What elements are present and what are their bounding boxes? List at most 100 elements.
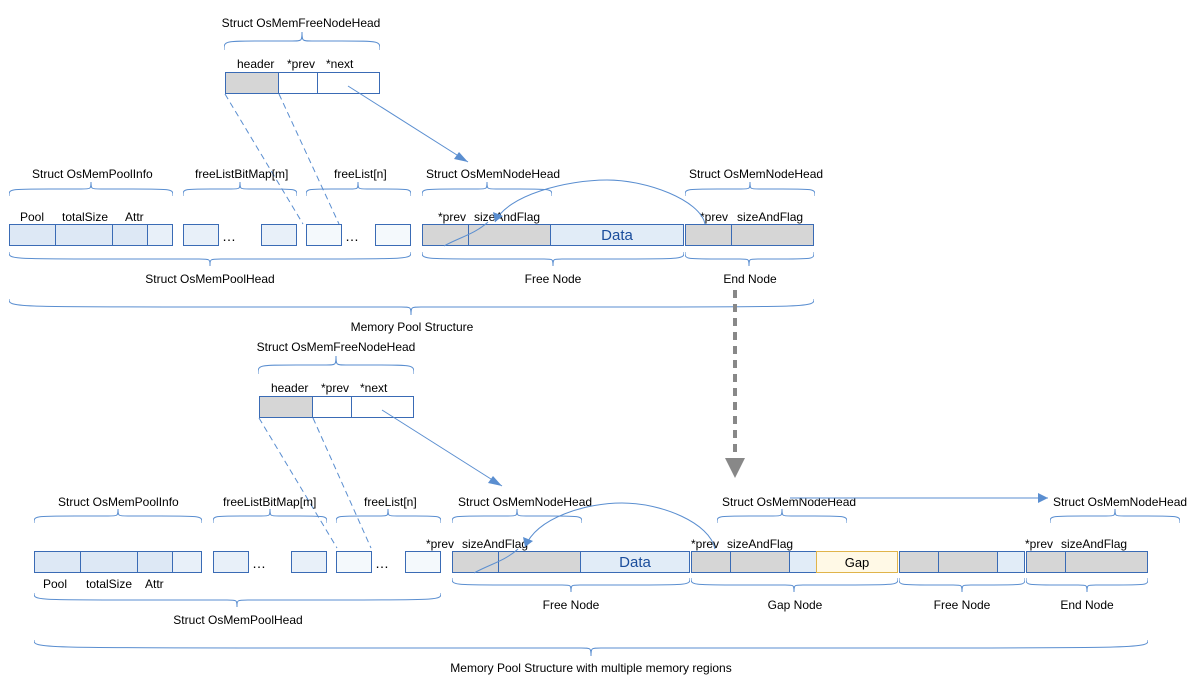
cell-attr-b [137,551,173,573]
label-bitmap-b: freeListBitMap[m] [223,495,316,509]
cell-fnh-header-t [225,72,279,94]
cell-pool-b [34,551,81,573]
brace-poolinfo-t [9,182,173,196]
cell-nh2-size-t [731,224,814,246]
brace-free-node-head-b [258,356,414,374]
label-total-b: totalSize [86,577,132,591]
label-endnode-b: End Node [1060,598,1113,612]
arrow-prev-back-t [487,170,717,230]
proj-line-right-b [313,418,375,550]
cell-nh4-size-b [1065,551,1148,573]
brace-freenode-under-b [452,578,690,592]
label-fnh-prev-b: *prev [321,381,349,395]
label-prev1-b: *prev [426,537,454,551]
cell-pool-t [9,224,56,246]
brace-bitmap-b [213,509,327,523]
label-gapnode-b: Gap Node [768,598,823,612]
label-poolinfo-t: Struct OsMemPoolInfo [32,167,153,181]
label-pool-b: Pool [43,577,67,591]
brace-gapnode-under-b [691,578,898,592]
cell-free2-data-b [997,551,1025,573]
label-size2-t: sizeAndFlag [737,210,803,224]
cell-nh3-size-b [938,551,998,573]
label-poolhead-t: Struct OsMemPoolHead [145,272,274,286]
label-pool-t: Pool [20,210,44,224]
label-freenode-b: Free Node [543,598,600,612]
cell-bm1-b [213,551,249,573]
cell-fnh-prev-t [278,72,318,94]
cell-bm1-t [183,224,219,246]
label-fnh-next-b: *next [360,381,387,395]
brace-poolhead-under-t [9,252,411,266]
cell-nh4-prev-b [1026,551,1066,573]
cell-nh3-prev-b [899,551,939,573]
cell-gap-pre-b [789,551,817,573]
cell-pad1-t [147,224,173,246]
label-prev3-b: *prev [1025,537,1053,551]
cell-fnh-header-b [259,396,313,418]
label-freelist-b: freeList[n] [364,495,417,509]
label-poolhead-b: Struct OsMemPoolHead [173,613,302,627]
label-endnode-t: End Node [723,272,776,286]
label-free-node-head-b: Struct OsMemFreeNodeHead [257,340,416,354]
cell-total-b [80,551,138,573]
cell-bm2-t [261,224,297,246]
brace-bitmap-t [183,182,297,196]
brace-whole-t [9,299,814,315]
cell-nh2-size-b [730,551,790,573]
cell-fl2-t [375,224,411,246]
label-fnh-prev-t: *prev [287,57,315,71]
dots1-t: … [222,228,238,244]
cell-bm2-b [291,551,327,573]
label-total-t: totalSize [62,210,108,224]
brace-freelist-t [306,182,411,196]
dots2-t: … [345,228,361,244]
brace-freelist-b [336,509,441,523]
cell-pad1-b [172,551,202,573]
proj-line-right-t [279,94,341,226]
label-title-bottom: Memory Pool Structure with multiple memo… [450,661,731,675]
label-fnh-header-b: header [271,381,308,395]
brace-endnode-under-b [1026,578,1148,592]
cell-gap-b: Gap [816,551,898,573]
label-bitmap-t: freeListBitMap[m] [195,167,288,181]
brace-whole-b [34,640,1148,656]
label-fnh-header-t: header [237,57,274,71]
label-poolinfo-b: Struct OsMemPoolInfo [58,495,179,509]
brace-poolinfo-b [34,509,202,523]
label-freelist-t: freeList[n] [334,167,387,181]
brace-endnode-under-t [685,252,814,266]
arrow-transition [720,290,750,483]
label-attr-t: Attr [125,210,144,224]
label-freenode2-b: Free Node [934,598,991,612]
dots1-b: … [252,555,268,571]
dots2-b: … [375,555,391,571]
cell-fl1-t [306,224,342,246]
label-fnh-next-t: *next [326,57,353,71]
arrow-to-far-nodehead-b [790,490,1060,510]
label-size3-b: sizeAndFlag [1061,537,1127,551]
cell-attr-t [112,224,148,246]
brace-nodehead2-b [717,509,847,523]
arrow-header-curve-b [470,549,520,575]
label-size2-b: sizeAndFlag [727,537,793,551]
brace-free-node-head-top [224,32,380,50]
cell-total-t [55,224,113,246]
label-attr-b: Attr [145,577,164,591]
arrow-prev-back-b [517,495,727,555]
label-free-node-head-top: Struct OsMemFreeNodeHead [222,16,381,30]
label-nodehead3-b: Struct OsMemNodeHead [1053,495,1187,509]
brace-freenode-under-t [422,252,684,266]
cell-fl2-b [405,551,441,573]
brace-poolhead-under-b [34,593,441,607]
arrow-next-to-nodehead-b [382,410,512,492]
brace-nodehead3-b [1050,509,1180,523]
brace-freenode2-under-b [899,578,1025,592]
memory-pool-diagram: Struct OsMemFreeNodeHead header *prev *n… [0,0,1193,689]
arrow-next-to-nodehead-t [348,86,478,168]
cell-fl1-b [336,551,372,573]
cell-fnh-prev-b [312,396,352,418]
label-freenode-t: Free Node [525,272,582,286]
arrow-header-curve-t [440,222,490,248]
label-title-top: Memory Pool Structure [351,320,474,334]
